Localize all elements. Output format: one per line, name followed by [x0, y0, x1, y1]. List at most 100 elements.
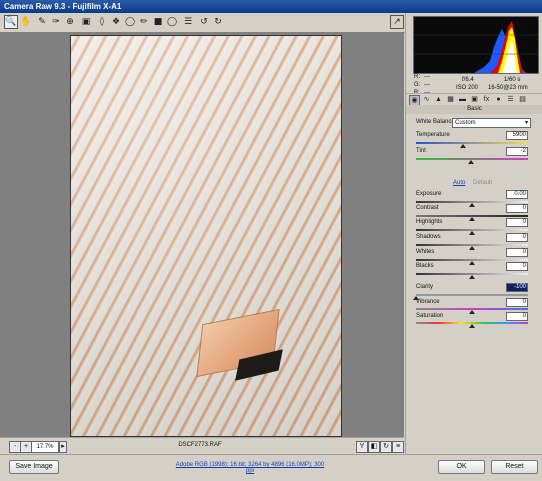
g-value: --- [424, 82, 430, 88]
vibrance-thumb[interactable] [469, 310, 475, 314]
chevron-down-icon: ▾ [524, 120, 528, 126]
white-balance-value: Custom [455, 120, 476, 126]
shutter: 1/60 s [504, 77, 521, 83]
tab-hsl-icon[interactable]: ▦ [446, 95, 455, 104]
clarity-field[interactable]: -100 [506, 283, 528, 292]
fullscreen-icon[interactable]: ↗ [390, 15, 404, 29]
tab-detail-icon[interactable]: ▲ [434, 95, 443, 104]
image-canvas[interactable] [0, 32, 404, 437]
tab-lens-icon[interactable]: ▣ [470, 95, 479, 104]
white-balance-select[interactable]: Custom ▾ [452, 118, 531, 128]
temperature-field[interactable]: 5900 [506, 131, 528, 140]
panel-title: Basic [406, 105, 542, 114]
white-balance-label: White Balance: [416, 119, 457, 125]
adjustment-brush-icon[interactable]: ✏ [138, 16, 150, 28]
zoom-dropdown-icon[interactable]: ▸ [59, 441, 67, 453]
tint-slider[interactable] [416, 158, 528, 164]
crop-tool-icon[interactable]: ▣ [80, 16, 92, 28]
color-sampler-tool-icon[interactable]: ✑ [50, 16, 62, 28]
exposure-field[interactable]: 0.00 [506, 190, 528, 199]
histogram [413, 16, 539, 74]
shadows-label: Shadows [416, 234, 441, 240]
blacks-field[interactable]: 0 [506, 262, 528, 271]
blacks-thumb[interactable] [469, 275, 475, 279]
highlights-slider[interactable] [416, 229, 528, 235]
blacks-label: Blacks [416, 263, 434, 269]
photo-shading [71, 36, 341, 436]
vibrance-slider[interactable] [416, 308, 528, 314]
settings-menu-icon[interactable]: ≡ [392, 441, 404, 453]
contrast-field[interactable]: 0 [506, 204, 528, 213]
lens: 16-50@23 mm [488, 85, 528, 91]
zoom-level-field[interactable]: 17.7% [31, 441, 59, 453]
whites-slider[interactable] [416, 259, 528, 265]
rotate-cw-icon[interactable]: ↻ [212, 16, 224, 28]
zoom-tool-icon[interactable]: 🔍 [4, 15, 18, 29]
tab-presets-icon[interactable]: ☰ [506, 95, 515, 104]
photo-preview [70, 35, 342, 437]
title-bar: Camera Raw 9.3 - Fujifilm X-A1 [0, 0, 542, 13]
exposure-slider[interactable] [416, 201, 528, 207]
window-title: Camera Raw 9.3 - Fujifilm X-A1 [4, 2, 122, 11]
iso: ISO 200 [456, 85, 479, 91]
default-link[interactable]: Default [473, 180, 492, 186]
histogram-graph [414, 21, 538, 73]
white-balance-tool-icon[interactable]: ✎ [36, 16, 48, 28]
highlights-label: Highlights [416, 219, 443, 225]
tint-thumb[interactable] [467, 160, 474, 164]
reset-button[interactable]: Reset [491, 460, 538, 474]
tab-tone-curve-icon[interactable]: ∿ [422, 95, 431, 104]
graduated-filter-icon[interactable]: ■ [152, 16, 164, 28]
shadows-field[interactable]: 0 [506, 233, 528, 242]
hand-tool-icon[interactable]: ✋ [20, 16, 32, 28]
spot-removal-tool-icon[interactable]: ❖ [110, 16, 122, 28]
temperature-thumb[interactable] [460, 144, 467, 148]
whites-field[interactable]: 0 [506, 248, 528, 257]
saturation-slider[interactable] [416, 322, 528, 328]
tint-label: Tint [416, 148, 426, 154]
r-value: --- [424, 74, 430, 80]
clarity-label: Clarity [416, 284, 434, 290]
auto-link[interactable]: Auto [453, 180, 465, 186]
tab-effects-icon[interactable]: fx [482, 95, 491, 104]
red-eye-tool-icon[interactable]: ◯ [124, 16, 136, 28]
tint-field[interactable]: -2 [506, 147, 528, 156]
ok-button[interactable]: OK [438, 460, 485, 474]
file-name: DSCF2773.RAF [178, 442, 222, 448]
save-image-button[interactable]: Save Image [9, 460, 59, 474]
g-label: G: [414, 82, 421, 88]
toggle-settings-icon[interactable]: ↻ [380, 441, 392, 453]
temperature-slider[interactable] [416, 142, 528, 148]
contrast-thumb[interactable] [469, 217, 475, 221]
highlights-thumb[interactable] [469, 231, 475, 235]
tab-camera-icon[interactable]: ● [494, 95, 503, 104]
clarity-slider[interactable] [413, 294, 528, 300]
status-bar: - + 17.7% ▸ DSCF2773.RAF Y ◧ ↻ ≡ [0, 437, 404, 455]
exposure-thumb[interactable] [469, 203, 475, 207]
tab-snapshots-icon[interactable]: ▤ [518, 95, 527, 104]
exposure-label: Exposure [416, 191, 442, 197]
whites-thumb[interactable] [469, 261, 475, 265]
rotate-ccw-icon[interactable]: ↺ [198, 16, 210, 28]
contrast-slider[interactable] [416, 215, 528, 221]
aperture: f/6.4 [462, 77, 474, 83]
radial-filter-icon[interactable]: ◯ [166, 16, 178, 28]
r-label: R: [414, 74, 420, 80]
filter-icon[interactable]: Y [356, 441, 368, 453]
targeted-adjustment-tool-icon[interactable]: ⊕ [64, 16, 76, 28]
preferences-icon[interactable]: ☰ [182, 16, 194, 28]
tab-split-toning-icon[interactable]: ▬ [458, 95, 467, 104]
straighten-tool-icon[interactable]: ◊ [96, 16, 108, 28]
before-after-icon[interactable]: ◧ [368, 441, 380, 453]
whites-label: Whites [416, 249, 435, 255]
highlights-field[interactable]: 0 [506, 218, 528, 227]
workflow-options-link[interactable]: Adobe RGB (1998); 16 bit; 3264 by 4896 (… [175, 462, 325, 474]
vibrance-label: Vibrance [416, 299, 440, 305]
vibrance-field[interactable]: 0 [506, 298, 528, 307]
shadows-slider[interactable] [416, 244, 528, 250]
right-panel: R: --- G: --- B: --- f/6.4 1/60 s ISO 20… [405, 13, 542, 454]
blacks-slider[interactable] [416, 273, 528, 279]
saturation-thumb[interactable] [469, 324, 475, 328]
shadows-thumb[interactable] [469, 246, 475, 250]
saturation-field[interactable]: 0 [506, 312, 528, 321]
